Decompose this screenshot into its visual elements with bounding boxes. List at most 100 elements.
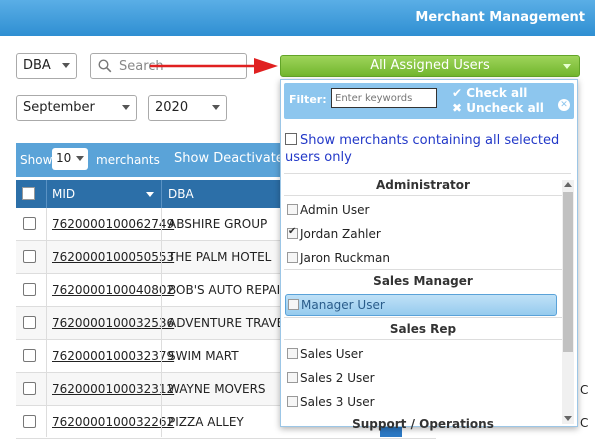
column-dba[interactable]: DBA (168, 187, 194, 201)
option-label: Manager User (301, 298, 385, 312)
show-all-text: Show merchants containing all selected u… (285, 133, 560, 165)
divider (284, 173, 571, 174)
option-jaron-ruckman[interactable]: Jaron Ruckman (287, 251, 390, 265)
option-admin-user[interactable]: Admin User (287, 203, 369, 217)
option-sales-3-user[interactable]: Sales 3 User (287, 395, 375, 409)
option-label: Jaron Ruckman (300, 251, 390, 265)
uncheck-all-link[interactable]: ✖ Uncheck all (452, 101, 544, 115)
row-mid-link[interactable]: 7620000100032262 (52, 415, 174, 429)
year-select-value: 2020 (155, 100, 189, 115)
cut-off-text: C (580, 416, 589, 430)
scrollbar[interactable] (562, 180, 574, 424)
row-mid-link[interactable]: 7620000100032536 (52, 316, 174, 330)
header-bar: Merchant Management (0, 0, 595, 36)
filter-label: Filter: (289, 93, 327, 106)
option-label: Sales 3 User (300, 395, 375, 409)
option-checkbox[interactable] (287, 396, 298, 407)
option-checkbox[interactable] (287, 372, 298, 383)
cut-off-text: C (580, 383, 589, 397)
row-mid-link[interactable]: 7620000100032312 (52, 382, 174, 396)
column-divider (46, 208, 47, 437)
close-icon[interactable]: ✕ (558, 99, 570, 111)
row-checkbox[interactable] (23, 382, 36, 395)
option-manager-user[interactable]: Manager User (285, 294, 557, 316)
divider (284, 317, 571, 318)
row-dba: BOB'S AUTO REPAIR (168, 283, 289, 297)
check-all-label: Check all (466, 86, 528, 100)
assigned-users-panel: Filter: ✔ Check all ✖ Uncheck all ✕ Show… (280, 79, 578, 431)
option-label: Jordan Zahler (300, 227, 381, 241)
option-sales-user[interactable]: Sales User (287, 347, 363, 361)
option-label: Sales User (300, 347, 364, 361)
entries-value: 10 (56, 151, 72, 165)
check-all-link[interactable]: ✔ Check all (452, 86, 527, 100)
red-arrow-annotation-icon (150, 58, 278, 74)
entries-select[interactable]: 10 (52, 148, 88, 170)
group-sales-rep: Sales Rep (389, 322, 457, 336)
show-deactivated-link[interactable]: Show Deactivated (174, 151, 292, 166)
search-icon (98, 59, 112, 73)
row-dba: ABSHIRE GROUP (168, 217, 268, 231)
column-divider (161, 208, 162, 437)
chevron-down-icon (212, 105, 220, 110)
column-mid[interactable]: MID (52, 187, 75, 201)
checkmark-icon: ✔ (452, 86, 467, 100)
option-checkbox-checked[interactable] (287, 226, 298, 239)
row-checkbox[interactable] (23, 349, 36, 362)
option-sales-2-user[interactable]: Sales 2 User (287, 371, 375, 385)
row-checkbox[interactable] (23, 316, 36, 329)
assigned-users-dropdown[interactable]: All Assigned Users (280, 55, 580, 77)
group-administrator: Administrator (376, 178, 470, 192)
row-dba: WAYNE MOVERS (168, 382, 266, 396)
row-checkbox[interactable] (23, 283, 36, 296)
show-all-checkbox[interactable] (285, 133, 297, 145)
page-title: Merchant Management (415, 10, 585, 25)
divider (284, 269, 571, 270)
row-checkbox[interactable] (23, 415, 36, 428)
option-checkbox[interactable] (287, 252, 298, 263)
scroll-thumb[interactable] (563, 192, 573, 352)
row-mid-link[interactable]: 7620000100032379 (52, 349, 174, 363)
row-dba: ADVENTURE TRAVEL (168, 316, 291, 330)
select-all-checkbox[interactable] (22, 187, 35, 200)
cross-icon: ✖ (452, 101, 467, 115)
chevron-down-icon (122, 105, 130, 110)
scroll-up-icon[interactable] (564, 182, 572, 187)
option-label: Admin User (300, 203, 370, 217)
group-support-operations: Support / Operations (352, 417, 494, 431)
filter-keywords-input[interactable] (331, 88, 437, 108)
row-mid-link[interactable]: 7620000100050553 (52, 250, 174, 264)
column-divider (46, 180, 47, 208)
show-all-selected-option[interactable]: Show merchants containing all selected u… (285, 132, 570, 166)
divider (284, 195, 571, 196)
divider (284, 339, 571, 340)
option-checkbox[interactable] (287, 204, 298, 215)
year-select[interactable]: 2020 (148, 95, 227, 121)
row-mid-link[interactable]: 7620000100062749 (52, 217, 174, 231)
assigned-users-label: All Assigned Users (370, 58, 490, 73)
row-checkbox[interactable] (23, 250, 36, 263)
chevron-down-icon (563, 64, 571, 69)
row-dba: THE PALM HOTEL (168, 250, 272, 264)
entries-suffix: merchants (96, 153, 160, 167)
field-select[interactable]: DBA (16, 53, 77, 79)
option-label: Sales 2 User (300, 371, 375, 385)
uncheck-all-label: Uncheck all (466, 101, 544, 115)
sort-desc-icon[interactable] (146, 192, 154, 197)
month-select-value: September (23, 100, 95, 115)
show-label: Show (20, 153, 53, 167)
column-divider (161, 180, 162, 208)
option-jordan-zahler[interactable]: Jordan Zahler (287, 226, 381, 241)
month-select[interactable]: September (16, 95, 137, 121)
field-select-value: DBA (23, 58, 51, 73)
filter-bar: Filter: ✔ Check all ✖ Uncheck all ✕ (284, 83, 574, 119)
row-dba: SWIM MART (168, 349, 239, 363)
chevron-down-icon (62, 63, 70, 68)
chevron-down-icon (76, 156, 84, 161)
option-checkbox[interactable] (287, 348, 298, 359)
scroll-down-icon[interactable] (564, 416, 572, 421)
group-sales-manager: Sales Manager (373, 274, 473, 288)
option-checkbox[interactable] (288, 299, 299, 310)
row-checkbox[interactable] (23, 217, 36, 230)
row-mid-link[interactable]: 7620000100040802 (52, 283, 174, 297)
